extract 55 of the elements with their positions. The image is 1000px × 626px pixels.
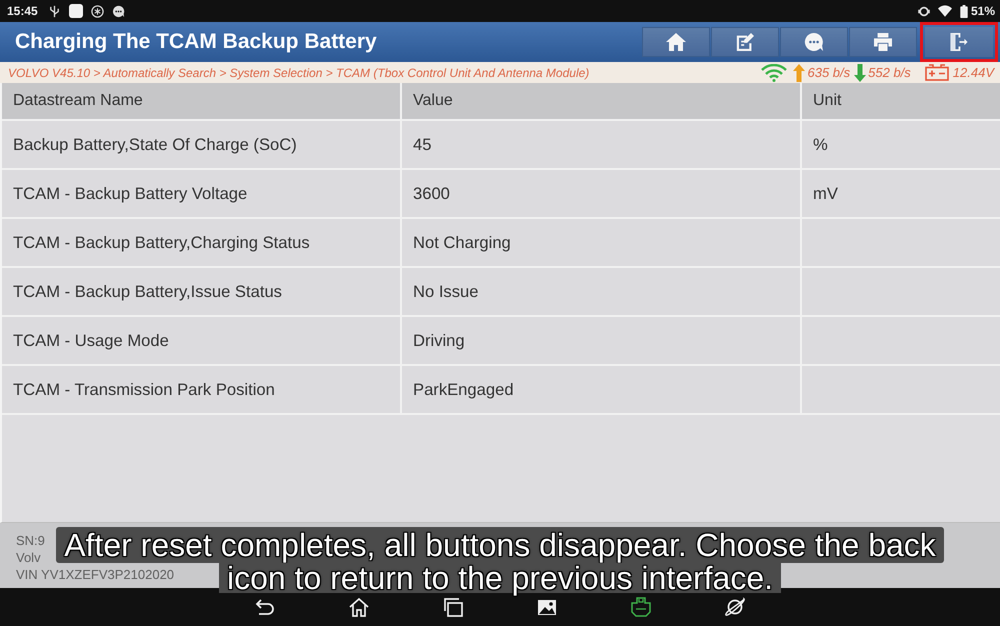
clock-time: 15:45: [7, 4, 38, 18]
usb-icon: [48, 4, 61, 18]
vehicle-info-text: Volv: [16, 549, 41, 566]
table-cell: TCAM - Transmission Park Position: [2, 366, 400, 413]
table-cell: mV: [802, 170, 1000, 217]
battery-icon: [960, 4, 968, 18]
chat-bubble-icon: [804, 33, 824, 51]
edit-button[interactable]: [711, 27, 779, 57]
table-cell: ParkEngaged: [402, 366, 800, 413]
table-cell: TCAM - Usage Mode: [2, 317, 400, 364]
window-title: Charging The TCAM Backup Battery: [15, 30, 378, 54]
message-button[interactable]: [780, 27, 848, 57]
planet-icon[interactable]: [724, 597, 746, 617]
column-header: Value: [402, 83, 800, 119]
vehicle-info-text: VIN YV1XZEFV3P2102020: [16, 566, 174, 583]
gallery-icon[interactable]: [536, 597, 558, 617]
chat-bubble-icon: [112, 4, 125, 18]
wifi-icon: [938, 4, 952, 18]
battery-voltage: 12.44V: [952, 65, 994, 80]
table-cell: TCAM - Backup Battery,Issue Status: [2, 268, 400, 315]
breadcrumb-path: VOLVO V45.10 > Automatically Search > System Selection > TCAM (Tbox Control Unit And Antenna Module): [8, 66, 590, 80]
print-button[interactable]: [849, 27, 917, 57]
upload-rate: 635 b/s: [807, 65, 850, 80]
printer-icon: [873, 33, 893, 51]
vehicle-info-text: SN:9: [16, 532, 45, 549]
square-notification-icon: [68, 4, 83, 18]
table-cell: TCAM - Backup Battery,Charging Status: [2, 219, 400, 266]
upload-arrow-icon: [793, 64, 806, 82]
table-cell: 3600: [402, 170, 800, 217]
table-cell: 45: [402, 121, 800, 168]
exit-button[interactable]: [920, 22, 998, 62]
column-header: Datastream Name: [2, 83, 400, 119]
table-cell: TCAM - Backup Battery Voltage: [2, 170, 400, 217]
table-cell: Not Charging: [402, 219, 800, 266]
battery-percentage: 51%: [970, 4, 995, 18]
download-rate: 552 b/s: [868, 65, 911, 80]
video-caption: After reset completes, all buttons disappear. Choose the back: [56, 527, 944, 563]
car-battery-icon: [924, 64, 949, 81]
table-cell: Backup Battery,State Of Charge (SoC): [2, 121, 400, 168]
home-icon: [666, 33, 686, 51]
home-icon[interactable]: [348, 597, 370, 617]
edit-icon: [735, 33, 755, 51]
back-icon[interactable]: [254, 597, 276, 617]
asterisk-circle-icon: [90, 4, 104, 18]
table-cell: No Issue: [402, 268, 800, 315]
column-header: Unit: [802, 83, 1000, 119]
recent-apps-icon[interactable]: [442, 597, 464, 617]
vci-connector-icon[interactable]: [630, 597, 652, 617]
exit-icon: [949, 33, 969, 51]
table-cell: Driving: [402, 317, 800, 364]
download-arrow-icon: [854, 64, 866, 82]
table-cell: %: [802, 121, 1000, 168]
ring-icon: [918, 4, 930, 18]
home-button[interactable]: [642, 27, 710, 57]
wifi-icon: [760, 64, 788, 82]
